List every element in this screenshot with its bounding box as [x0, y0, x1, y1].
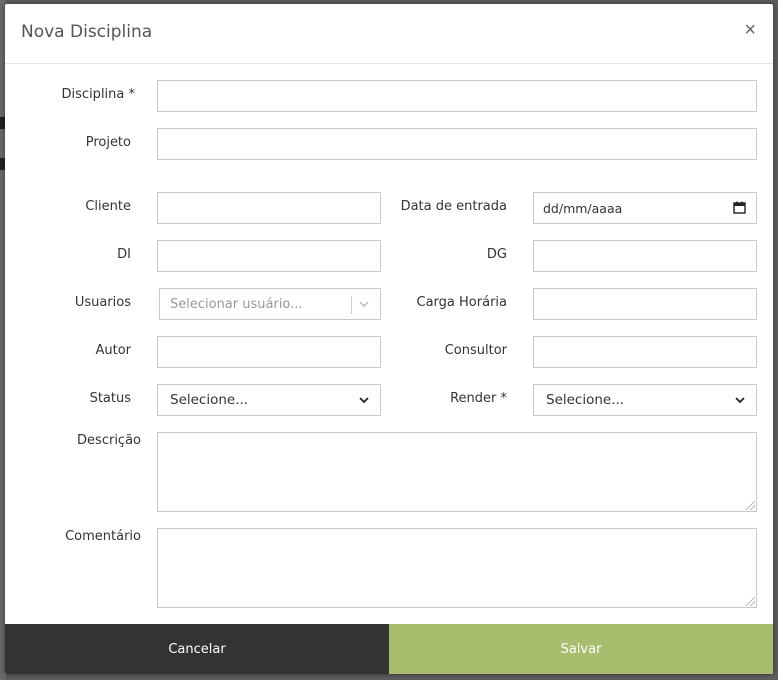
descricao-label: Descrição — [77, 433, 141, 448]
chevron-down-icon[interactable] — [358, 394, 370, 406]
status-selected: Selecione... — [170, 392, 249, 408]
resize-handle-icon[interactable] — [746, 501, 755, 510]
modal-header: Nova Disciplina × — [5, 4, 773, 64]
chevron-down-icon[interactable] — [734, 394, 746, 406]
consultor-input[interactable] — [533, 336, 757, 368]
cliente-label: Cliente — [85, 199, 131, 214]
usuarios-select[interactable]: Selecionar usuário... — [159, 288, 381, 320]
usuarios-placeholder: Selecionar usuário... — [170, 297, 303, 312]
nova-disciplina-modal: Nova Disciplina × Disciplina * Projeto C… — [5, 4, 773, 674]
combo-divider — [351, 296, 352, 314]
close-button[interactable]: × — [744, 20, 756, 40]
comentario-label: Comentário — [65, 529, 141, 544]
modal-footer: Cancelar Salvar — [5, 624, 773, 674]
comentario-textarea[interactable] — [157, 528, 757, 608]
date-placeholder: dd/mm/aaaa — [543, 201, 623, 216]
carga-horaria-label: Carga Horária — [416, 295, 507, 310]
render-selected: Selecione... — [546, 392, 625, 408]
data-entrada-input[interactable]: dd/mm/aaaa — [533, 192, 757, 224]
projeto-input[interactable] — [157, 128, 757, 160]
chevron-down-icon[interactable] — [358, 298, 370, 310]
descricao-textarea[interactable] — [157, 432, 757, 512]
resize-handle-icon[interactable] — [746, 597, 755, 606]
render-label: Render * — [450, 391, 507, 406]
modal-title: Nova Disciplina — [21, 22, 153, 42]
render-select[interactable]: Selecione... — [533, 384, 757, 416]
cancel-button[interactable]: Cancelar — [5, 624, 389, 674]
usuarios-label: Usuarios — [74, 295, 131, 310]
di-label: DI — [117, 247, 131, 262]
data-entrada-label: Data de entrada — [400, 199, 507, 214]
dg-input[interactable] — [533, 240, 757, 272]
save-button[interactable]: Salvar — [389, 624, 773, 674]
calendar-icon[interactable] — [733, 201, 746, 214]
status-select[interactable]: Selecione... — [157, 384, 381, 416]
consultor-label: Consultor — [444, 343, 507, 358]
autor-label: Autor — [95, 343, 131, 358]
projeto-label: Projeto — [85, 135, 131, 150]
dg-label: DG — [486, 247, 507, 262]
disciplina-label: Disciplina * — [61, 87, 135, 102]
di-input[interactable] — [157, 240, 381, 272]
disciplina-input[interactable] — [157, 80, 757, 112]
autor-input[interactable] — [157, 336, 381, 368]
status-label: Status — [89, 391, 131, 406]
cliente-input[interactable] — [157, 192, 381, 224]
carga-horaria-input[interactable] — [533, 288, 757, 320]
